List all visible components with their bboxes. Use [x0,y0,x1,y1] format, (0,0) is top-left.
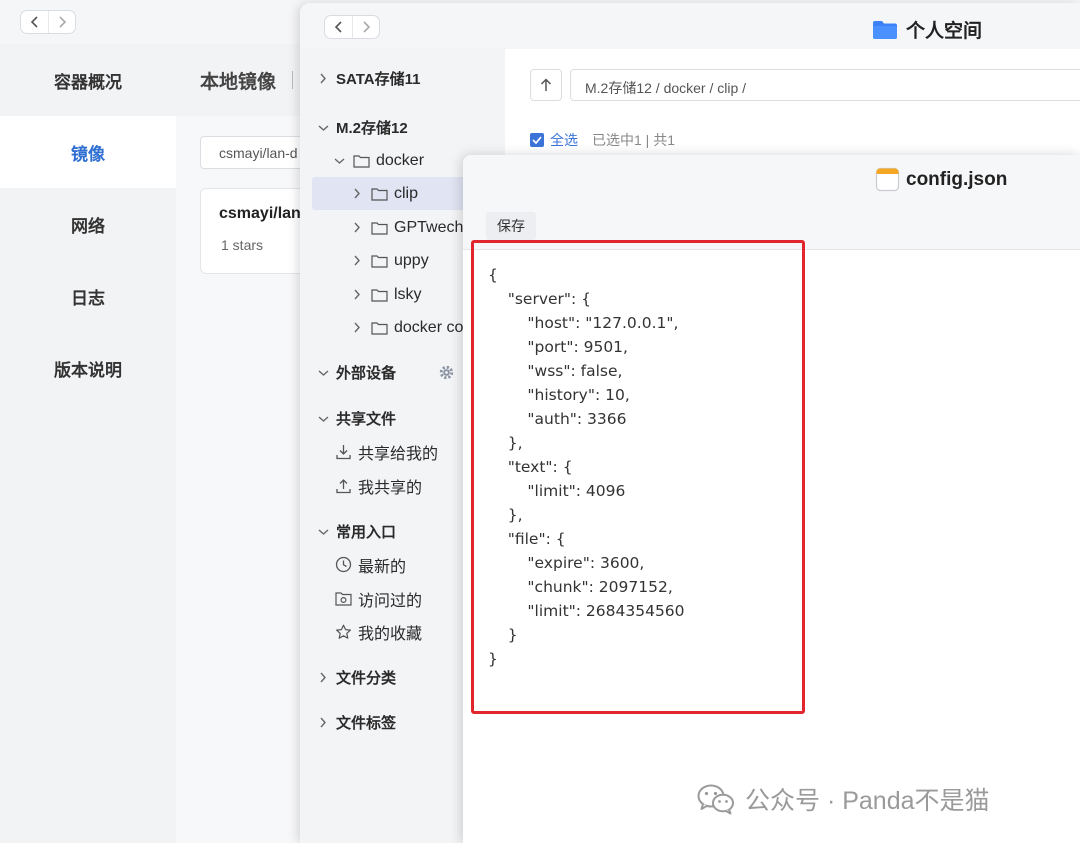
window-title-text: 个人空间 [906,21,983,42]
select-all-checkbox[interactable] [530,133,544,147]
tree-item-sata11[interactable]: SATA存储11 [300,62,505,95]
folder-icon [370,221,388,235]
chevron-right-icon [363,21,371,33]
docker-sidebar: 容器概况 镜像 网络 日志 版本说明 [0,44,176,843]
selection-bar: 全选 已选中1 | 共1 [530,130,675,150]
checkmark-icon [532,136,542,144]
title-divider [292,71,293,89]
file-manager-titlebar: 个人空间 [300,3,1080,49]
select-all-label[interactable]: 全选 [550,130,578,150]
clock-icon [334,556,352,573]
chevron-left-icon [30,16,38,28]
tree-item-label: 我共享的 [358,479,423,497]
folder-icon [370,288,388,302]
share-in-icon [334,444,352,460]
folder-icon [370,321,388,335]
tree-item-label: 最新的 [358,558,407,576]
nav-item-logs[interactable]: 日志 [0,260,176,332]
watermark: 公众号 · Panda不是猫 [697,781,990,817]
share-out-icon [334,478,352,494]
folder-icon [370,187,388,201]
chevron-down-icon [316,124,330,132]
chevron-right-icon [350,289,364,300]
highlight-box [471,240,805,714]
fm-back-button[interactable] [325,16,352,38]
star-icon [334,624,352,640]
tree-item-label: 外部设备 [336,365,397,382]
chevron-right-icon [316,672,330,683]
tree-item-label: docker [376,151,425,169]
file-icon [875,167,900,192]
chevron-right-icon [350,255,364,266]
chevron-right-icon [350,188,364,199]
chevron-right-icon [59,16,67,28]
tree-item-label: docker co [394,318,464,336]
editor-titlebar: config.json [463,155,1080,202]
tree-item-label: 访问过的 [358,592,423,610]
chevron-left-icon [334,21,342,33]
nav-item-overview[interactable]: 容器概况 [0,44,176,116]
tree-item-label: M.2存储12 [336,120,408,137]
tree-item-m2-12[interactable]: M.2存储12 [300,111,505,144]
chevron-right-icon [316,73,330,84]
editor-filename: config.json [906,168,1008,190]
tree-item-label: 我的收藏 [358,625,423,643]
editor-window: config.json 保存 { "server": { "host": "12… [463,155,1080,843]
parent-folder-button[interactable] [530,69,562,101]
nav-item-network[interactable]: 网络 [0,188,176,260]
chevron-right-icon [350,222,364,233]
tree-item-label: SATA存储11 [336,71,421,88]
tree-item-label: 文件分类 [336,670,397,687]
tree-item-label: lsky [394,285,422,303]
fm-nav-buttons [324,15,380,39]
selection-count: 已选中1 | 共1 [592,132,675,148]
chevron-right-icon [350,322,364,333]
tree-item-label: uppy [394,251,429,269]
window-title: 个人空间 [872,16,982,43]
chevron-down-icon [316,415,330,423]
docker-nav-buttons [20,10,76,34]
tree-item-label: GPTwecha [394,218,473,236]
folder-icon [370,254,388,268]
gear-icon[interactable] [438,364,455,385]
chevron-down-icon [316,369,330,377]
chevron-down-icon [332,157,346,165]
path-bar[interactable]: M.2存储12 / docker / clip / [570,69,1080,101]
chevron-right-icon [316,717,330,728]
wechat-icon [697,784,734,815]
arrow-up-icon [540,78,552,91]
eye-icon [334,591,352,606]
tree-item-label: 共享文件 [336,411,397,428]
tree-item-label: 常用入口 [336,524,397,541]
editor-title: config.json [875,167,1007,192]
nav-item-release-notes[interactable]: 版本说明 [0,332,176,404]
tree-item-label: 共享给我的 [358,445,439,463]
watermark-text: 公众号 · Panda不是猫 [745,787,990,815]
folder-icon [873,20,897,39]
nav-item-images[interactable]: 镜像 [0,116,176,188]
folder-icon [352,154,370,168]
forward-button[interactable] [48,11,75,33]
tree-item-label: 文件标签 [336,715,397,732]
chevron-down-icon [316,528,330,536]
fm-forward-button[interactable] [352,16,379,38]
tree-item-label: clip [394,184,419,202]
page-title: 本地镜像 [200,72,277,93]
save-button[interactable]: 保存 [486,212,536,240]
back-button[interactable] [21,11,48,33]
